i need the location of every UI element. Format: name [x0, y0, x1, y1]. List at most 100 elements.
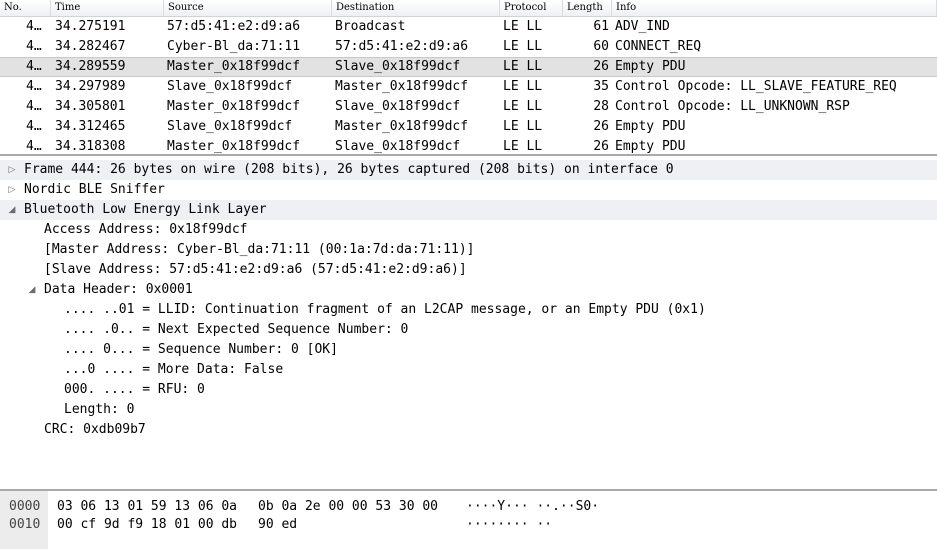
packet-protocol-cell: LE LL — [503, 79, 543, 94]
packet-info-cell: Empty PDU — [615, 59, 686, 74]
packet-time-cell: 34.297989 — [55, 79, 126, 94]
packet-info-cell: Empty PDU — [615, 119, 686, 134]
detail-tree-item[interactable]: Length: 0 — [0, 400, 937, 420]
packet-row[interactable]: 4… 34.282467 Cyber-Bl_da:71:11 57:d5:41:e2:… — [0, 37, 937, 57]
triangle-right-icon[interactable]: ▷ — [6, 180, 18, 200]
bytes-ascii[interactable]: ····Y··· ··.··S0· — [466, 497, 599, 517]
detail-tree-item[interactable]: [Slave Address: 57:d5:41:e2:d9:a6 (57:d5… — [0, 260, 937, 280]
packet-info-cell: ADV_IND — [615, 19, 670, 34]
packet-source-cell: Cyber-Bl_da:71:11 — [167, 39, 301, 54]
detail-tree-item[interactable]: ▷ Nordic BLE Sniffer — [0, 180, 937, 200]
detail-tree-label: Access Address: 0x18f99dcf — [44, 222, 248, 237]
packet-list-header: No. Time Source Destination Protocol Length In… — [0, 0, 937, 17]
packet-source-cell: Slave_0x18f99dcf — [167, 119, 293, 134]
packet-no-cell: 4… — [26, 119, 42, 134]
detail-tree-label: Data Header: 0x0001 — [44, 282, 193, 297]
bytes-row[interactable]: 0000 03 06 13 01 59 13 06 0a 0b 0a 2e 00 0… — [0, 497, 937, 517]
detail-tree-item[interactable]: .... ..01 = LLID: Continuation fragment … — [0, 300, 937, 320]
packet-source-cell: Master_0x18f99dcf — [167, 59, 301, 74]
detail-tree-label: Bluetooth Low Energy Link Layer — [24, 202, 267, 217]
packet-length-cell: 26 — [593, 119, 609, 134]
packet-length-cell: 60 — [593, 39, 609, 54]
packet-no-cell: 4… — [26, 139, 42, 154]
col-header-time[interactable]: Time — [51, 0, 164, 16]
packet-protocol-cell: LE LL — [503, 59, 543, 74]
detail-tree-item[interactable]: CRC: 0xdb09b7 — [0, 420, 937, 440]
detail-tree-label: [Slave Address: 57:d5:41:e2:d9:a6 (57:d5… — [44, 262, 467, 277]
bytes-hex-group-2[interactable]: 0b 0a 2e 00 00 53 30 00 — [258, 497, 438, 517]
detail-tree-item[interactable]: ▷ Frame 444: 26 bytes on wire (208 bits),… — [0, 160, 937, 180]
packet-length-cell: 61 — [593, 19, 609, 34]
triangle-down-icon[interactable]: ◢ — [26, 280, 38, 300]
packet-bytes-pane[interactable]: 0000 03 06 13 01 59 13 06 0a 0b 0a 2e 00 0… — [0, 491, 937, 549]
packet-protocol-cell: LE LL — [503, 139, 543, 154]
col-header-destination[interactable]: Destination — [332, 0, 500, 16]
detail-tree-item[interactable]: .... .0.. = Next Expected Sequence Numbe… — [0, 320, 937, 340]
packet-source-cell: Master_0x18f99dcf — [167, 139, 301, 154]
detail-tree-label: ...0 .... = More Data: False — [64, 362, 284, 377]
bytes-offset: 0000 — [9, 499, 41, 514]
bytes-hex-group-1[interactable]: 03 06 13 01 59 13 06 0a — [57, 497, 237, 517]
packet-length-cell: 26 — [593, 139, 609, 154]
detail-tree-label: Nordic BLE Sniffer — [24, 182, 165, 197]
col-header-info[interactable]: Info — [612, 0, 937, 16]
packet-destination-cell: Slave_0x18f99dcf — [335, 59, 461, 74]
packet-time-cell: 34.305801 — [55, 99, 126, 114]
packet-row[interactable]: 4… 34.297989 Slave_0x18f99dcf Master_0x18f9… — [0, 77, 937, 97]
packet-row[interactable]: 4… 34.318308 Master_0x18f99dcf Slave_0x18f9… — [0, 137, 937, 154]
packet-row[interactable]: 4… 34.312465 Slave_0x18f99dcf Master_0x18f9… — [0, 117, 937, 137]
packet-row[interactable]: 4… 34.305801 Master_0x18f99dcf Slave_0x18f9… — [0, 97, 937, 117]
packet-row[interactable]: 4… 34.289559 Master_0x18f99dcf Slave_0x18f9… — [0, 57, 937, 77]
packet-protocol-cell: LE LL — [503, 19, 543, 34]
detail-tree-item[interactable]: [Master Address: Cyber-Bl_da:71:11 (00:1… — [0, 240, 937, 260]
packet-destination-cell: Master_0x18f99dcf — [335, 119, 469, 134]
packet-length-cell: 26 — [593, 59, 609, 74]
packet-no-cell: 4… — [26, 59, 42, 74]
packet-list-pane[interactable]: No. Time Source Destination Protocol Length In… — [0, 0, 937, 154]
packet-time-cell: 34.289559 — [55, 59, 126, 74]
packet-info-cell: Control Opcode: LL_UNKNOWN_RSP — [615, 99, 850, 114]
triangle-right-icon[interactable]: ▷ — [6, 160, 18, 180]
detail-tree-item[interactable]: ◢ Bluetooth Low Energy Link Layer — [0, 200, 937, 220]
packet-row[interactable]: 4… 34.275191 57:d5:41:e2:d9:a6 Broadcast LE … — [0, 17, 937, 37]
detail-tree-label: [Master Address: Cyber-Bl_da:71:11 (00:1… — [44, 242, 475, 257]
detail-tree-label: .... .0.. = Next Expected Sequence Numbe… — [64, 322, 409, 337]
bytes-ascii[interactable]: ········ ·· — [466, 515, 552, 535]
packet-details-pane[interactable]: ▷ Frame 444: 26 bytes on wire (208 bits),… — [0, 156, 937, 489]
detail-tree-label: 000. .... = RFU: 0 — [64, 382, 205, 397]
detail-tree-label: Frame 444: 26 bytes on wire (208 bits), … — [24, 162, 674, 177]
packet-no-cell: 4… — [26, 39, 42, 54]
packet-destination-cell: Slave_0x18f99dcf — [335, 139, 461, 154]
detail-tree-item[interactable]: .... 0... = Sequence Number: 0 [OK] — [0, 340, 937, 360]
bytes-hex-group-1[interactable]: 00 cf 9d f9 18 01 00 db — [57, 515, 237, 535]
packet-destination-cell: Slave_0x18f99dcf — [335, 99, 461, 114]
detail-tree-label: .... 0... = Sequence Number: 0 [OK] — [64, 342, 338, 357]
packet-protocol-cell: LE LL — [503, 99, 543, 114]
packet-time-cell: 34.312465 — [55, 119, 126, 134]
triangle-down-icon[interactable]: ◢ — [6, 200, 18, 220]
packet-no-cell: 4… — [26, 19, 42, 34]
bytes-offset: 0010 — [9, 517, 41, 532]
packet-no-cell: 4… — [26, 99, 42, 114]
detail-tree-item[interactable]: Access Address: 0x18f99dcf — [0, 220, 937, 240]
packet-source-cell: Master_0x18f99dcf — [167, 99, 301, 114]
col-header-no[interactable]: No. — [0, 0, 51, 16]
bytes-row[interactable]: 0010 00 cf 9d f9 18 01 00 db 90 ed ········… — [0, 515, 937, 535]
detail-tree-label: CRC: 0xdb09b7 — [44, 422, 146, 437]
detail-tree-item[interactable]: 000. .... = RFU: 0 — [0, 380, 937, 400]
col-header-source[interactable]: Source — [164, 0, 332, 16]
packet-time-cell: 34.275191 — [55, 19, 126, 34]
bytes-hex-group-2[interactable]: 90 ed — [258, 515, 297, 535]
packet-source-cell: Slave_0x18f99dcf — [167, 79, 293, 94]
detail-tree-item[interactable]: ◢ Data Header: 0x0001 — [0, 280, 937, 300]
packet-protocol-cell: LE LL — [503, 39, 543, 54]
packet-length-cell: 28 — [593, 99, 609, 114]
packet-source-cell: 57:d5:41:e2:d9:a6 — [167, 19, 301, 34]
packet-length-cell: 35 — [593, 79, 609, 94]
col-header-protocol[interactable]: Protocol — [500, 0, 563, 16]
col-header-length[interactable]: Length — [563, 0, 612, 16]
packet-protocol-cell: LE LL — [503, 119, 543, 134]
packet-info-cell: CONNECT_REQ — [615, 39, 702, 54]
packet-destination-cell: Master_0x18f99dcf — [335, 79, 469, 94]
detail-tree-item[interactable]: ...0 .... = More Data: False — [0, 360, 937, 380]
